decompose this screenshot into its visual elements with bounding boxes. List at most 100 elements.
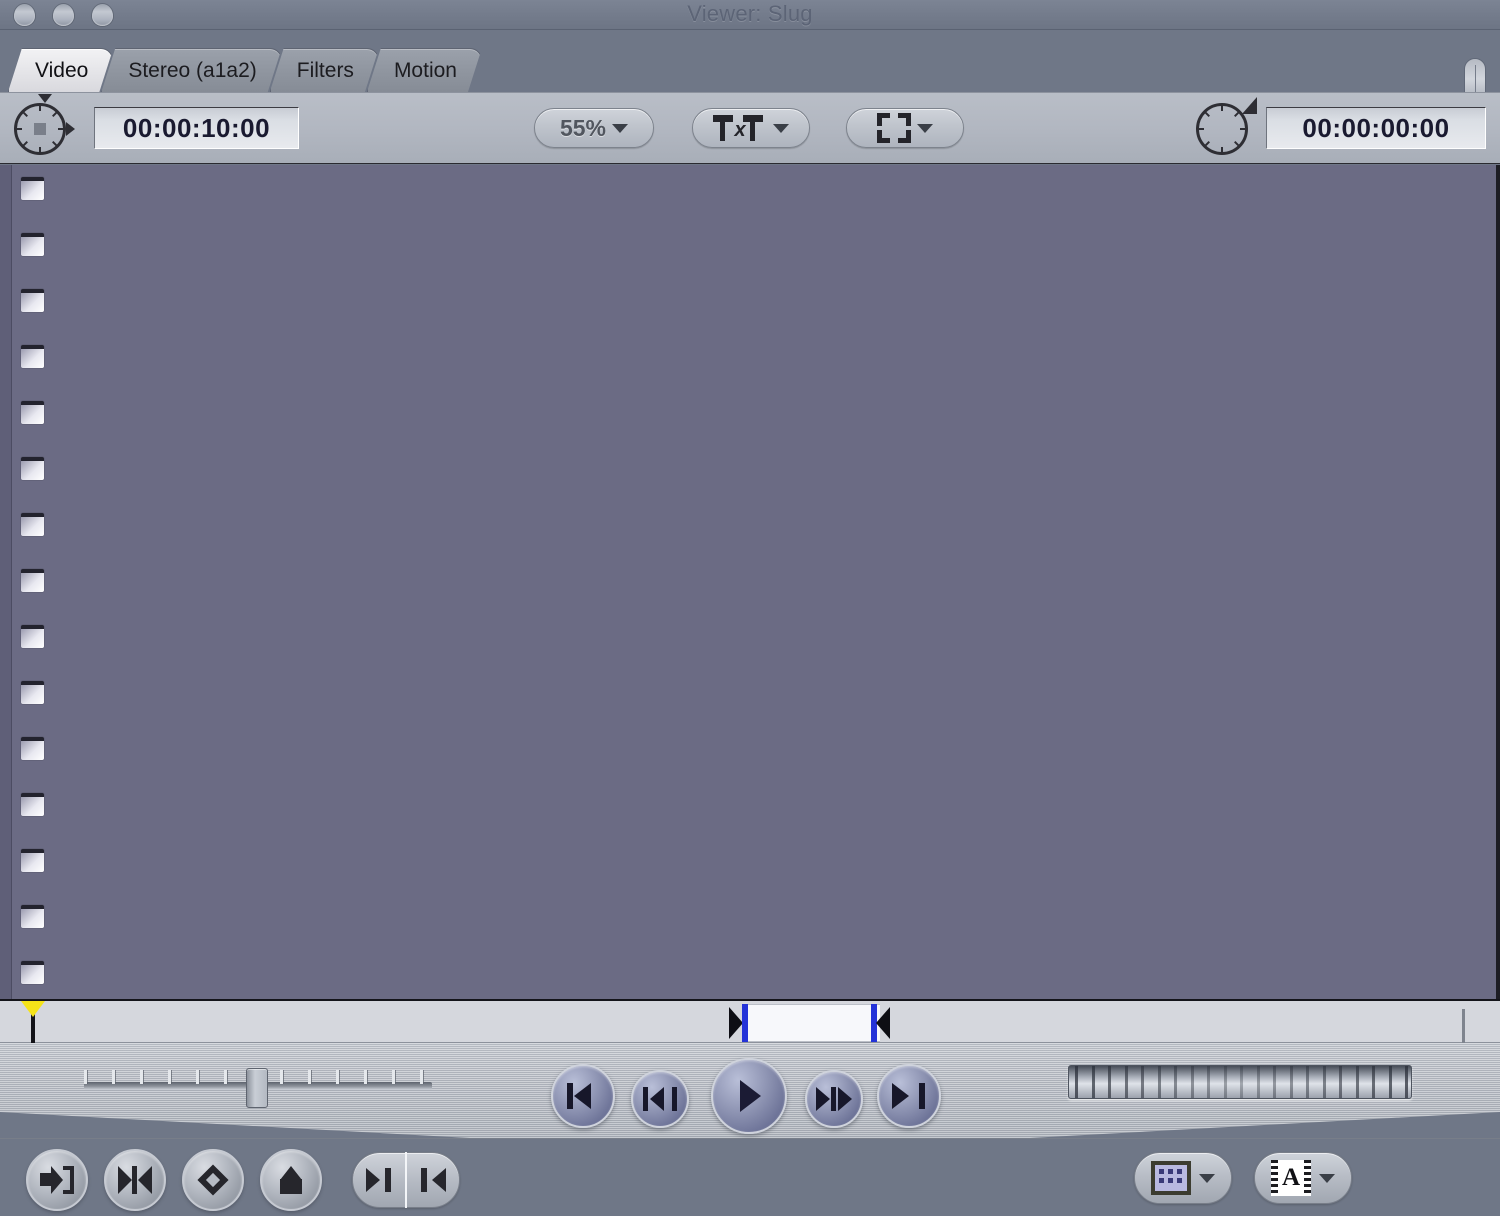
shuttle-tick (308, 1070, 311, 1084)
keyframe-square-icon[interactable] (21, 793, 44, 816)
control-strip: 00:00:10:00 55% x 00:00:00:00 (0, 92, 1500, 164)
mark-out-button[interactable] (407, 1153, 459, 1207)
text-marker-popup[interactable]: x (692, 108, 810, 148)
jog-rib (1091, 1066, 1095, 1098)
next-frame-button[interactable] (805, 1070, 863, 1128)
canvas-left-rail (0, 165, 12, 999)
window-title: Viewer: Slug (687, 1, 813, 26)
tab-filters[interactable]: Filters (270, 48, 379, 92)
chevron-down-icon (1199, 1173, 1215, 1183)
play-icon (736, 1080, 762, 1112)
shuttle-tick (112, 1070, 115, 1084)
keyframe-square-icon[interactable] (21, 905, 44, 928)
generator-popup[interactable]: A (1254, 1152, 1352, 1204)
jog-rib (1339, 1066, 1342, 1098)
out-point-marker[interactable] (866, 1004, 890, 1042)
shuttle-tick (364, 1070, 367, 1084)
zoom-level-label: 55% (559, 114, 607, 141)
chevron-down-icon (773, 123, 789, 133)
playhead-handle-icon[interactable] (21, 1001, 45, 1017)
jog-rib (1174, 1066, 1177, 1098)
match-frame-button[interactable] (26, 1149, 88, 1211)
keyframe-square-icon[interactable] (21, 177, 44, 200)
current-timecode-clock-icon (1196, 97, 1257, 155)
marker-bowtie-icon (118, 1166, 152, 1194)
keyframe-square-icon[interactable] (21, 345, 44, 368)
mark-in-button[interactable] (353, 1153, 405, 1207)
recent-clips-grid-icon (1151, 1161, 1191, 1195)
play-button[interactable] (711, 1058, 787, 1134)
jog-rib (1388, 1066, 1392, 1098)
jog-wheel[interactable] (1068, 1065, 1412, 1099)
recent-clips-popup[interactable] (1134, 1152, 1232, 1204)
go-to-in-point-button[interactable] (551, 1064, 615, 1128)
jog-rib (1372, 1066, 1375, 1098)
add-keyframe-button[interactable] (182, 1149, 244, 1211)
go-to-out-point-button[interactable] (877, 1064, 941, 1128)
scrubber-end-tick (1462, 1009, 1465, 1045)
jog-rib (1075, 1066, 1078, 1098)
jog-rib (1240, 1066, 1243, 1098)
keyframe-square-icon[interactable] (21, 233, 44, 256)
add-motion-keyframe-button[interactable] (260, 1149, 322, 1211)
current-timecode-field[interactable]: 00:00:00:00 (1266, 107, 1486, 149)
jog-rib (1256, 1066, 1260, 1098)
duration-timecode-field[interactable]: 00:00:10:00 (94, 107, 299, 149)
zoom-level-popup[interactable]: 55% (534, 108, 654, 148)
jog-rib (1207, 1066, 1210, 1098)
keyframe-square-icon[interactable] (21, 513, 44, 536)
canvas-right-edge (1496, 165, 1500, 999)
keyframe-square-icon[interactable] (21, 737, 44, 760)
add-marker-button[interactable] (104, 1149, 166, 1211)
keyframe-square-icon[interactable] (21, 289, 44, 312)
shuttle-tick (392, 1070, 395, 1084)
jog-rib (1273, 1066, 1276, 1098)
shuttle-tick (224, 1070, 227, 1084)
keyframe-square-icon[interactable] (21, 681, 44, 704)
tab-stereo[interactable]: Stereo (a1a2) (101, 48, 281, 92)
shuttle-tick (84, 1070, 87, 1084)
mark-out-icon (419, 1168, 447, 1192)
tab-label: Motion (393, 58, 457, 82)
viewer-window: Viewer: Slug Video Stereo (a1a2) Filters… (0, 0, 1500, 1216)
mark-in-out-group (352, 1152, 460, 1208)
tab-motion[interactable]: Motion (367, 48, 482, 92)
in-point-marker[interactable] (729, 1004, 753, 1042)
jog-rib (1322, 1066, 1326, 1098)
tab-label: Stereo (a1a2) (128, 58, 257, 82)
scrubber-bar[interactable] (0, 999, 1500, 1045)
jog-rib (1141, 1066, 1144, 1098)
video-canvas[interactable] (0, 165, 1500, 999)
tab-bar: Video Stereo (a1a2) Filters Motion (0, 30, 1500, 110)
keyframe-square-icon[interactable] (21, 401, 44, 424)
keyframe-square-icon[interactable] (21, 457, 44, 480)
chevron-down-icon (1319, 1173, 1335, 1183)
chevron-down-icon (917, 123, 933, 133)
shuttle-tick (140, 1070, 143, 1084)
shuttle-slider[interactable] (84, 1068, 432, 1108)
jog-rib (1289, 1066, 1293, 1098)
tab-label: Filters (296, 58, 354, 82)
panel-right-notch (1030, 1112, 1500, 1138)
keyframe-square-icon[interactable] (21, 569, 44, 592)
in-out-range[interactable] (742, 1004, 880, 1042)
previous-frame-button[interactable] (631, 1070, 689, 1128)
keyframe-square-icon[interactable] (21, 849, 44, 872)
jog-rib (1355, 1066, 1359, 1098)
keyframe-home-icon (277, 1166, 305, 1194)
keyframe-square-icon[interactable] (21, 961, 44, 984)
image-fit-icon (877, 113, 911, 143)
keyframe-square-icon[interactable] (21, 625, 44, 648)
tab-video[interactable]: Video (8, 48, 113, 92)
mark-in-icon (365, 1168, 393, 1192)
shuttle-thumb[interactable] (246, 1068, 268, 1108)
shuttle-tick (420, 1070, 423, 1084)
playhead[interactable] (21, 1001, 45, 1045)
jog-rib (1306, 1066, 1309, 1098)
next-frame-icon (816, 1087, 852, 1111)
go-to-in-icon (566, 1083, 600, 1109)
chevron-down-icon (612, 123, 629, 133)
jog-rib (1405, 1066, 1408, 1098)
image-fit-popup[interactable] (846, 108, 964, 148)
generator-filmstrip-icon: A (1271, 1160, 1311, 1196)
